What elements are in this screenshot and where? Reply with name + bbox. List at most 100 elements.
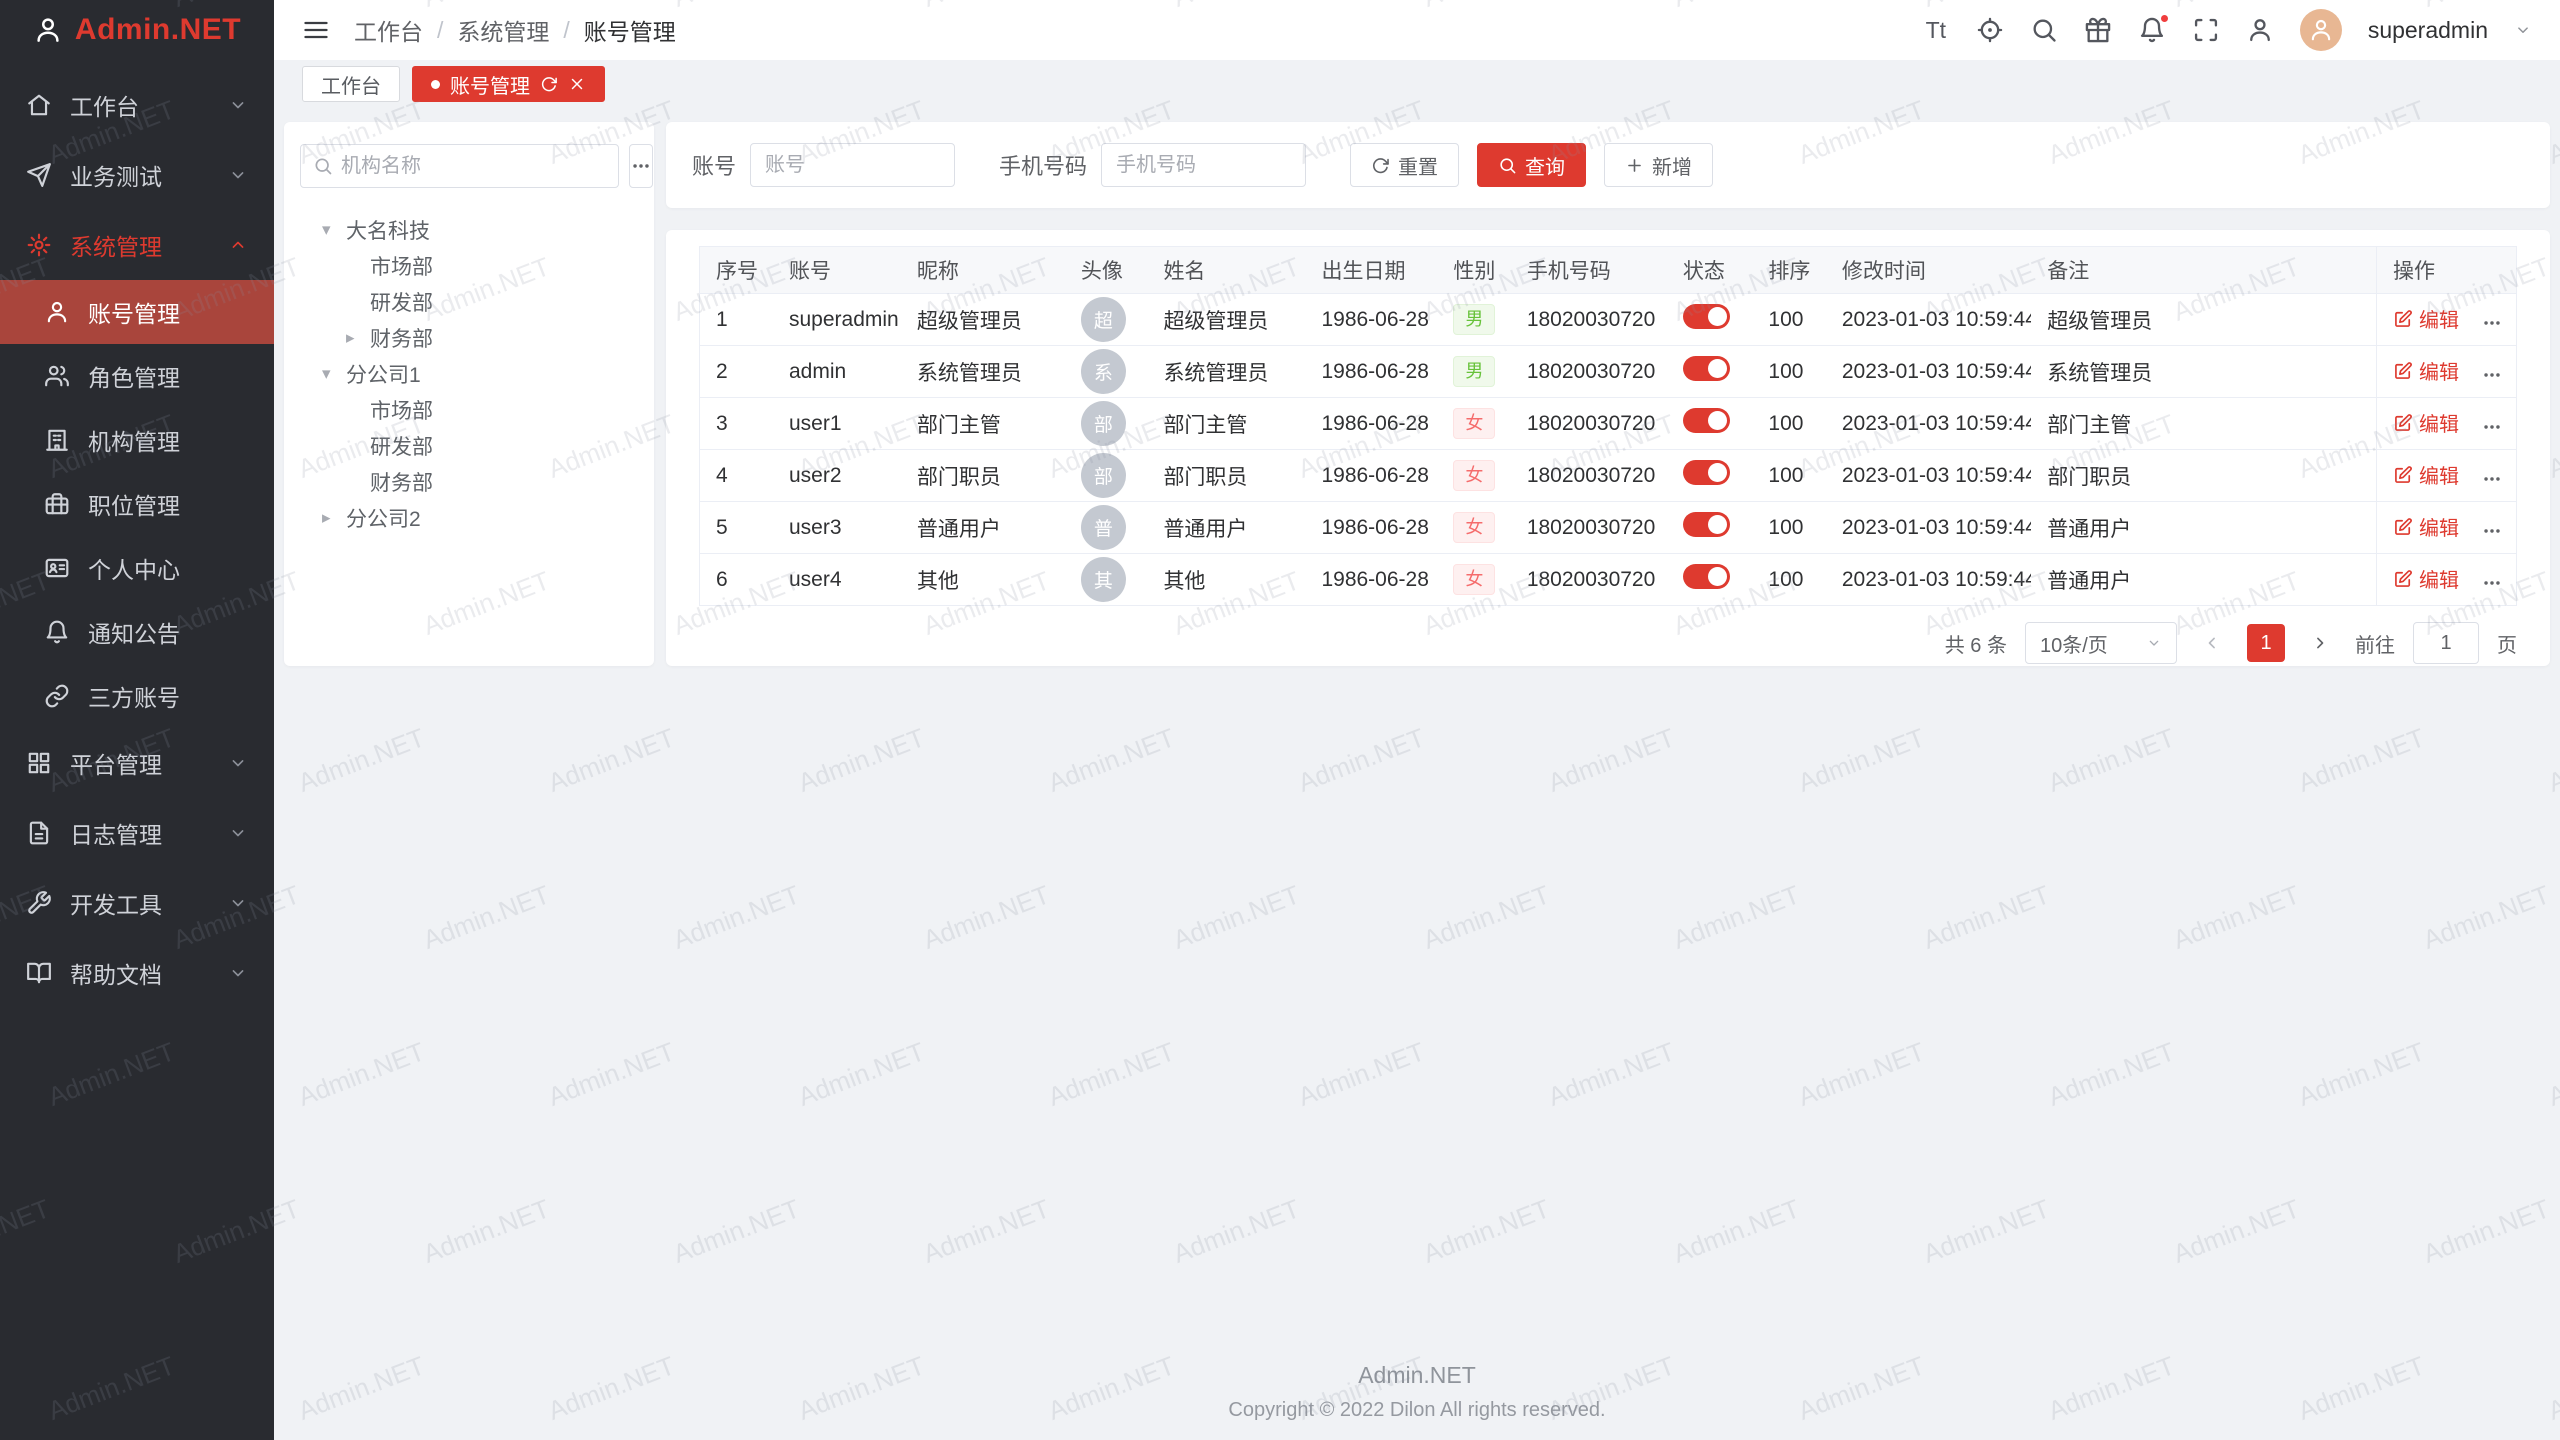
sidebar-item-workbench[interactable]: 工作台 xyxy=(0,70,274,140)
row-more-button[interactable] xyxy=(2481,364,2503,386)
cell-name: 系统管理员 xyxy=(1147,346,1305,398)
tree-node[interactable]: ▸ 分公司2 xyxy=(300,500,638,536)
sidebar-item-help[interactable]: 帮助文档 xyxy=(0,938,274,1008)
query-panel: 账号 手机号码 重置 查询 xyxy=(666,122,2550,208)
row-more-button[interactable] xyxy=(2481,312,2503,334)
tree-node-label: 大名科技 xyxy=(346,215,430,245)
org-search-input[interactable] xyxy=(341,155,606,178)
doc-icon xyxy=(26,820,52,846)
search-button[interactable]: 查询 xyxy=(1477,143,1586,187)
sidebar-item-third-account[interactable]: 三方账号 xyxy=(0,664,274,728)
edit-button[interactable]: 编辑 xyxy=(2393,460,2459,489)
edit-icon xyxy=(2393,569,2413,589)
cell-gender: 女 xyxy=(1437,502,1510,554)
row-more-button[interactable] xyxy=(2481,520,2503,542)
page-size-select[interactable]: 10条/页 xyxy=(2025,622,2177,664)
edit-button[interactable]: 编辑 xyxy=(2393,512,2459,541)
cell-sort: 100 xyxy=(1752,450,1825,502)
status-toggle[interactable] xyxy=(1683,408,1730,433)
locate-icon[interactable] xyxy=(1976,16,2004,44)
sidebar-item-platform[interactable]: 平台管理 xyxy=(0,728,274,798)
tree-node[interactable]: ▾ 分公司1 xyxy=(300,356,638,392)
app-logo[interactable]: Admin.NET xyxy=(0,0,274,60)
sidebar-toggle-icon[interactable] xyxy=(302,16,330,44)
column-header: 出生日期 xyxy=(1305,247,1437,294)
breadcrumb-item[interactable]: 账号管理 xyxy=(584,13,676,47)
tree-caret-icon[interactable]: ▸ xyxy=(346,328,370,348)
cell-modified-time: 2023-01-03 10:59:44 xyxy=(1826,346,2031,398)
edit-button[interactable]: 编辑 xyxy=(2393,564,2459,593)
page-footer: Admin.NET Copyright © 2022 Dilon All rig… xyxy=(274,1362,2560,1422)
column-header: 手机号码 xyxy=(1511,247,1667,294)
status-toggle[interactable] xyxy=(1683,460,1730,485)
user-icon[interactable] xyxy=(2246,16,2274,44)
tree-node[interactable]: 研发部 xyxy=(300,284,638,320)
status-toggle[interactable] xyxy=(1683,356,1730,381)
table-row: 2 admin 系统管理员 系 系统管理员 1986-06-28 男 18020… xyxy=(700,346,2517,398)
cell-nickname: 超级管理员 xyxy=(901,294,1065,346)
sidebar-item-business-test[interactable]: 业务测试 xyxy=(0,140,274,210)
cell-operations: 编辑 xyxy=(2376,294,2516,346)
sidebar-item-label: 三方账号 xyxy=(88,679,180,713)
sidebar-item-label: 账号管理 xyxy=(88,295,180,329)
sidebar-item-profile[interactable]: 个人中心 xyxy=(0,536,274,600)
row-more-button[interactable] xyxy=(2481,468,2503,490)
tree-node[interactable]: 市场部 xyxy=(300,248,638,284)
phone-input[interactable] xyxy=(1101,143,1306,187)
user-avatar[interactable] xyxy=(2300,9,2342,51)
breadcrumb-item[interactable]: 系统管理 xyxy=(457,13,549,47)
status-toggle[interactable] xyxy=(1683,512,1730,537)
bell-icon[interactable] xyxy=(2138,16,2166,44)
tree-node-label: 分公司2 xyxy=(346,503,421,533)
breadcrumb-item[interactable]: 工作台 xyxy=(354,13,423,47)
column-header: 状态 xyxy=(1667,247,1753,294)
fullscreen-icon[interactable] xyxy=(2192,16,2220,44)
sidebar-item-notice[interactable]: 通知公告 xyxy=(0,600,274,664)
tree-node[interactable]: 财务部 xyxy=(300,464,638,500)
row-more-button[interactable] xyxy=(2481,572,2503,594)
tree-node[interactable]: ▸ 财务部 xyxy=(300,320,638,356)
sidebar-item-devtools[interactable]: 开发工具 xyxy=(0,868,274,938)
sidebar-item-org[interactable]: 机构管理 xyxy=(0,408,274,472)
account-input[interactable] xyxy=(750,143,955,187)
sidebar-item-log[interactable]: 日志管理 xyxy=(0,798,274,868)
sidebar-item-system[interactable]: 系统管理 xyxy=(0,210,274,280)
tab-账号管理[interactable]: 账号管理 xyxy=(412,66,605,102)
search-icon[interactable] xyxy=(2030,16,2058,44)
tree-node[interactable]: 研发部 xyxy=(300,428,638,464)
sidebar-item-account[interactable]: 账号管理 xyxy=(0,280,274,344)
row-more-button[interactable] xyxy=(2481,416,2503,438)
status-toggle[interactable] xyxy=(1683,564,1730,589)
tree-caret-icon[interactable]: ▾ xyxy=(322,220,346,240)
status-toggle[interactable] xyxy=(1683,304,1730,329)
edit-button-label: 编辑 xyxy=(2419,564,2459,593)
prev-page-button[interactable] xyxy=(2195,626,2229,660)
tab-工作台[interactable]: 工作台 xyxy=(302,66,400,102)
edit-icon xyxy=(2393,361,2413,381)
add-button[interactable]: 新增 xyxy=(1604,143,1713,187)
gear-icon xyxy=(26,232,52,258)
tree-caret-icon[interactable]: ▸ xyxy=(322,508,346,528)
edit-button[interactable]: 编辑 xyxy=(2393,408,2459,437)
tree-caret-icon[interactable]: ▾ xyxy=(322,364,346,384)
font-size-icon[interactable]: Tt xyxy=(1922,16,1950,44)
sidebar-item-post[interactable]: 职位管理 xyxy=(0,472,274,536)
org-tree: ▾ 大名科技 市场部 研发部 ▸ 财务部 ▾ 分公司1 市场部 研发部 财务部 xyxy=(300,212,638,536)
edit-button[interactable]: 编辑 xyxy=(2393,304,2459,333)
username[interactable]: superadmin xyxy=(2368,17,2488,44)
tree-node[interactable]: 市场部 xyxy=(300,392,638,428)
gift-icon[interactable] xyxy=(2084,16,2112,44)
column-header: 昵称 xyxy=(901,247,1065,294)
edit-button[interactable]: 编辑 xyxy=(2393,356,2459,385)
sidebar-item-label: 通知公告 xyxy=(88,615,180,649)
tree-node[interactable]: ▾ 大名科技 xyxy=(300,212,638,248)
tree-more-button[interactable] xyxy=(629,144,653,188)
sidebar-item-role[interactable]: 角色管理 xyxy=(0,344,274,408)
link-icon xyxy=(44,683,70,709)
grid-icon xyxy=(26,750,52,776)
cell-gender: 男 xyxy=(1437,294,1510,346)
reset-button[interactable]: 重置 xyxy=(1350,143,1459,187)
next-page-button[interactable] xyxy=(2303,626,2337,660)
goto-page-input[interactable] xyxy=(2413,622,2479,664)
current-page-button[interactable]: 1 xyxy=(2247,624,2285,662)
